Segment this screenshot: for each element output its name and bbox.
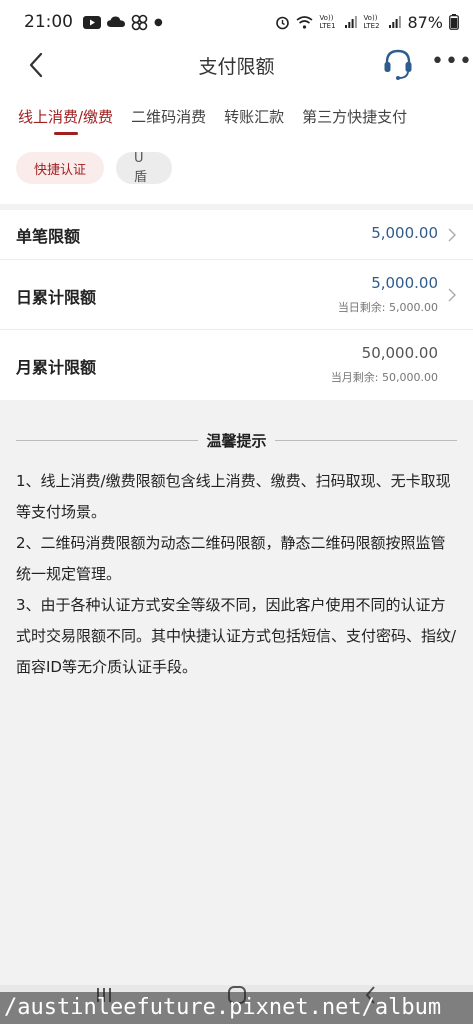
- signal-icon-1: [345, 16, 358, 28]
- chip-u-shield[interactable]: U盾: [116, 151, 172, 185]
- tab-online-payment[interactable]: 线上消费/缴费: [18, 106, 113, 135]
- back-icon[interactable]: [22, 50, 52, 80]
- notification-icons: ●: [83, 14, 163, 31]
- daily-limit-label: 日累计限额: [16, 288, 97, 307]
- monthly-limit-row: 月累计限额 50,000.00 当月剩余: 50,000.00: [0, 330, 473, 400]
- tab-third-party[interactable]: 第三方快捷支付: [302, 106, 407, 127]
- cloud-icon: [107, 16, 125, 27]
- page-title: 支付限额: [198, 55, 275, 78]
- watermark-text: /austinleefuture.pixnet.net/album: [0, 992, 473, 1024]
- limits-list: 单笔限额 5,000.00 日累计限额 5,000.00 当日剩余: 5,000…: [0, 210, 473, 400]
- nav-bar: 支付限额 •••: [0, 44, 473, 86]
- tips-body: 1、线上消费/缴费限额包含线上消费、缴费、扫码取现、无卡取现等支付场景。 2、二…: [16, 466, 457, 683]
- tips-header: 温馨提示: [16, 420, 457, 460]
- status-right: Vo)) LTE1 Vo)) LTE2 87%: [275, 13, 459, 32]
- alarm-icon: [276, 16, 290, 29]
- daily-limit-row[interactable]: 日累计限额 5,000.00 当日剩余: 5,000.00: [0, 260, 473, 330]
- daily-limit-value: 5,000.00: [371, 274, 438, 292]
- dot-icon: ●: [154, 16, 163, 28]
- monthly-remaining: 当月剩余: 50,000.00: [330, 371, 438, 384]
- tips-section: 温馨提示 1、线上消费/缴费限额包含线上消费、缴费、扫码取现、无卡取现等支付场景…: [0, 400, 473, 683]
- monthly-limit-value: 50,000.00: [361, 344, 438, 362]
- status-bar: 21:00 ● Vo)) LTE1 Vo)) LTE2 87%: [0, 0, 473, 44]
- chip-quick-auth[interactable]: 快捷认证: [16, 152, 104, 184]
- tip-item: 1、线上消费/缴费限额包含线上消费、缴费、扫码取现、无卡取现等支付场景。: [16, 472, 451, 521]
- monthly-limit-label: 月累计限额: [16, 358, 97, 377]
- chevron-right-icon: [448, 228, 456, 242]
- tip-item: 3、由于各种认证方式安全等级不同，因此客户使用不同的认证方式时交易限额不同。其中…: [16, 596, 457, 676]
- customer-service-icon[interactable]: [383, 48, 413, 82]
- tab-qr-code[interactable]: 二维码消费: [131, 106, 206, 127]
- status-time: 21:00: [24, 12, 73, 32]
- limit-type-tabs: 线上消费/缴费 二维码消费 转账汇款 第三方快捷支付: [0, 86, 473, 146]
- tips-title: 温馨提示: [198, 429, 275, 451]
- battery-icon: [449, 14, 459, 30]
- auth-method-chips: 快捷认证 U盾: [0, 146, 473, 204]
- single-limit-label: 单笔限额: [16, 227, 81, 246]
- battery-percent: 87%: [407, 12, 443, 32]
- more-options-icon[interactable]: •••: [431, 51, 472, 78]
- pinwheel-icon: [131, 14, 148, 30]
- signal-icon-2: [389, 16, 402, 28]
- tip-item: 2、二维码消费限额为动态二维码限额，静态二维码限额按照监管统一规定管理。: [16, 534, 446, 583]
- youtube-icon: [83, 15, 101, 29]
- sim2-label: Vo)) LTE2: [363, 14, 380, 30]
- single-limit-row[interactable]: 单笔限额 5,000.00: [0, 210, 473, 260]
- chevron-right-icon: [448, 288, 456, 302]
- tab-transfer[interactable]: 转账汇款: [224, 106, 284, 127]
- daily-remaining: 当日剩余: 5,000.00: [337, 301, 438, 314]
- sim1-label: Vo)) LTE1: [319, 14, 336, 30]
- wifi-icon: [296, 15, 313, 29]
- single-limit-value: 5,000.00: [371, 224, 438, 242]
